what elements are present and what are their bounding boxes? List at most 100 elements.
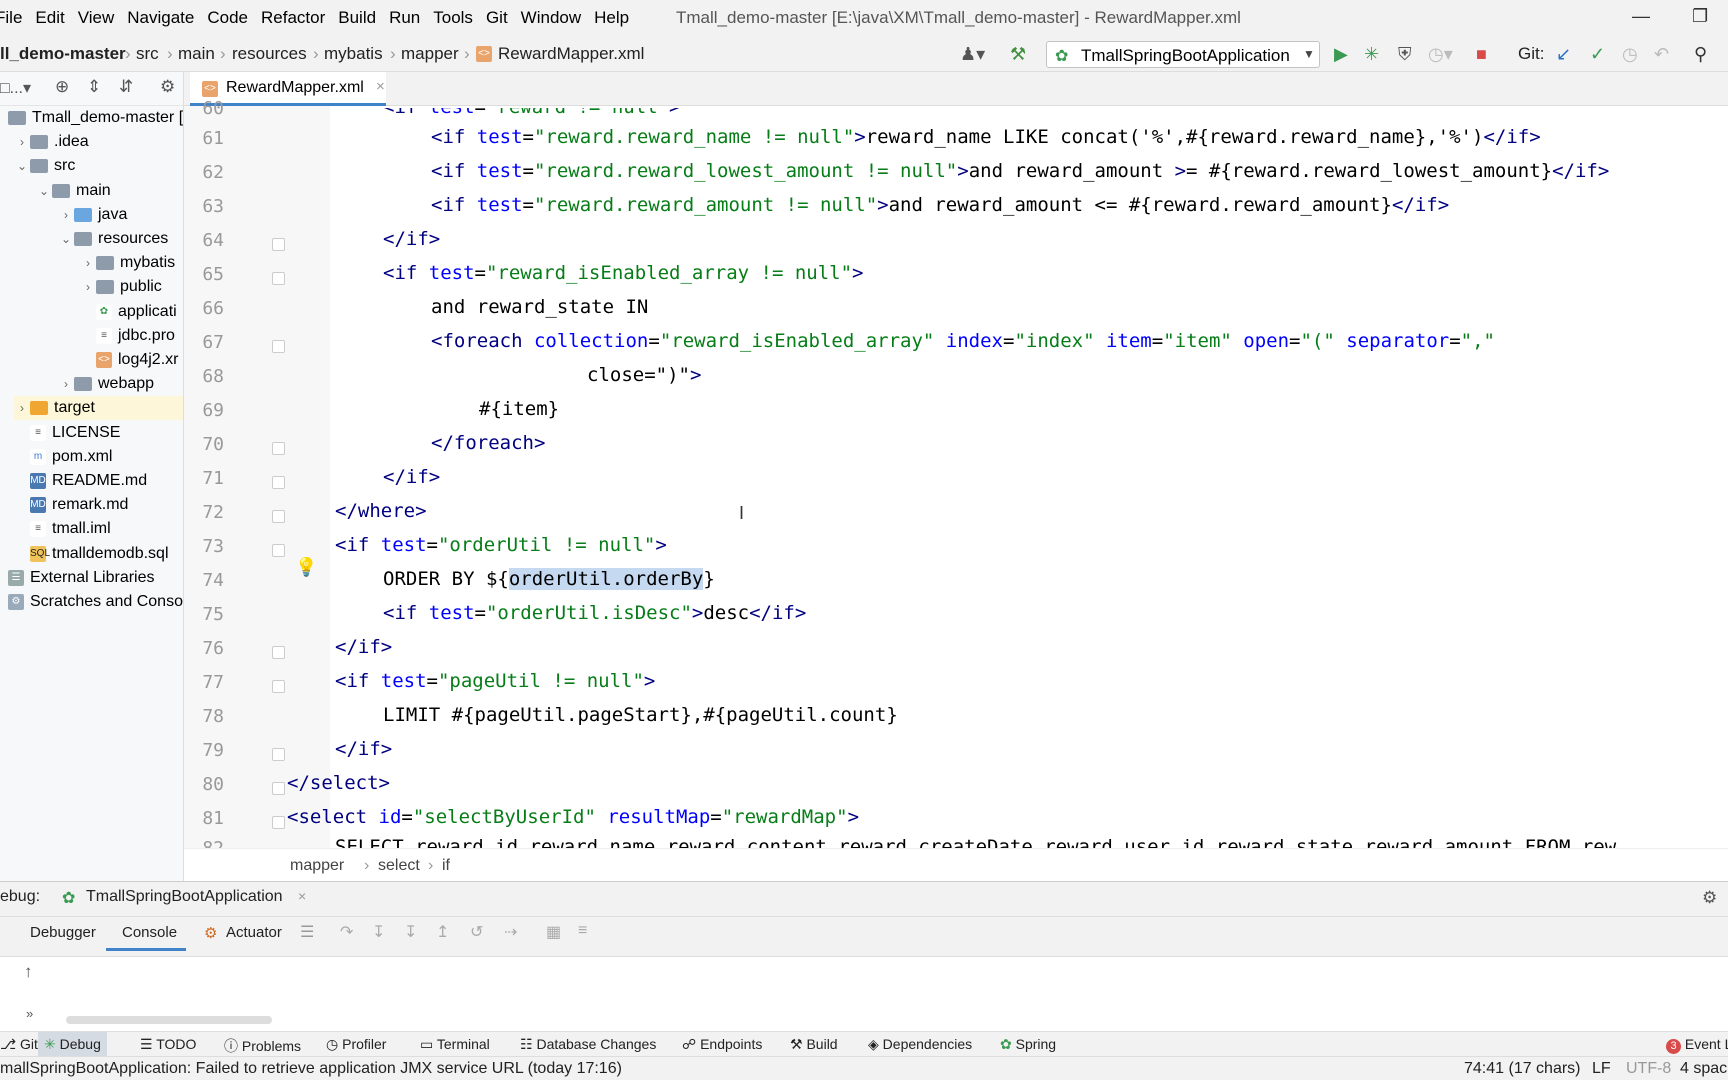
gear-icon[interactable]: ⚙ [160,77,175,97]
fold-marker-icon[interactable] [272,340,285,353]
tree-item-tmalldemodb-sql[interactable]: SQL tmalldemodb.sql [14,542,169,566]
breadcrumb-mapper[interactable]: mapper [401,44,459,64]
menu-navigate[interactable]: Navigate [127,8,194,28]
git-commit-icon[interactable]: ✓ [1590,44,1605,65]
coverage-icon[interactable]: ⛨ [1398,44,1412,65]
chevron-right-icon[interactable]: › [58,208,74,222]
code-line[interactable]: <foreach collection="reward_isEnabled_ar… [431,330,1495,352]
menu-window[interactable]: Window [521,8,581,28]
step-into-icon[interactable]: ↧ [372,922,385,942]
code-line[interactable]: ORDER BY ${orderUtil.orderBy} [383,568,715,590]
git-update-icon[interactable]: ↙ [1556,44,1571,65]
line-separator[interactable]: LF [1592,1060,1611,1078]
tree-item-main[interactable]: ⌄ main [36,179,111,203]
code-line[interactable]: <if test="pageUtil != null"> [335,670,655,692]
tree-item-scratches-and-consol[interactable]: ⚙ Scratches and Consol [0,590,183,614]
fold-marker-icon[interactable] [272,748,285,761]
tool-git[interactable]: ⎇ Git [0,1036,38,1053]
code-line[interactable]: </select> [287,772,390,794]
menu-refactor[interactable]: Refactor [261,8,325,28]
gear-icon[interactable]: ⚙ [1702,888,1717,908]
step-out-icon[interactable]: ↥ [436,922,449,942]
evaluate-icon[interactable]: ▦ [546,922,561,942]
trace-icon[interactable]: ≡ [578,922,587,940]
fold-marker-icon[interactable] [272,544,285,557]
chevron-right-icon[interactable]: › [58,377,74,391]
fold-marker-icon[interactable] [272,238,285,251]
code-line[interactable]: <if test="reward.reward_name != null">re… [431,126,1541,148]
drop-frame-icon[interactable]: ↺ [470,922,483,942]
code-line[interactable]: and reward_state IN [431,296,648,318]
chevron-right-icon[interactable]: › [80,256,96,270]
tree-item-pom-xml[interactable]: m pom.xml [14,445,112,469]
tree-item-mybatis[interactable]: › mybatis [80,251,175,275]
fold-marker-icon[interactable] [272,442,285,455]
tool-dependencies[interactable]: ◈ Dependencies [868,1036,972,1053]
menu-help[interactable]: Help [594,8,629,28]
menu-git[interactable]: Git [486,8,508,28]
menu-code[interactable]: Code [207,8,248,28]
code-line[interactable]: </if> [383,228,440,250]
tree-item-public[interactable]: › public [80,275,162,299]
tree-item-tmall-demo-master[interactable]: Tmall_demo-master [ [0,106,183,130]
run-icon[interactable]: ▶ [1334,44,1348,65]
tree-item-webapp[interactable]: › webapp [58,372,154,396]
chevron-down-icon[interactable]: ⌄ [14,159,30,173]
tool-spring[interactable]: ✿ Spring [1000,1036,1056,1053]
status-message[interactable]: mallSpringBootApplication: Failed to ret… [0,1060,622,1078]
file-encoding[interactable]: UTF-8 [1626,1060,1671,1078]
indent-setting[interactable]: 4 spac [1680,1060,1727,1078]
user-icon[interactable]: ♟▾ [960,44,985,65]
breadcrumb-file[interactable]: <> RewardMapper.xml [476,44,644,64]
menu-edit[interactable]: Edit [35,8,64,28]
tree-item-java[interactable]: › java [58,203,127,227]
collapse-all-icon[interactable]: ⇵ [119,77,133,97]
breadcrumb-mybatis[interactable]: mybatis [324,44,383,64]
tool-profiler[interactable]: ◷ Profiler [326,1036,386,1053]
tool-build[interactable]: ⚒ Build [790,1036,838,1053]
tree-item-log4j2-xr[interactable]: <> log4j2.xr [80,348,178,372]
breadcrumb-resources[interactable]: resources [232,44,307,64]
chevron-down-icon[interactable]: ⌄ [58,232,74,246]
tool-todo[interactable]: ☰ TODO [140,1036,196,1053]
force-step-into-icon[interactable]: ↧ [404,922,417,942]
menu-icon[interactable]: ☰ [300,922,314,942]
git-rollback-icon[interactable]: ↶ [1654,44,1669,65]
editor-crumb-mapper[interactable]: mapper [290,857,344,875]
scroll-up-icon[interactable]: ↑ [24,962,33,982]
breadcrumb-src[interactable]: src [136,44,159,64]
code-editor[interactable] [330,106,1728,848]
tree-item-readme-md[interactable]: MD README.md [14,469,147,493]
editor-crumb-select[interactable]: select [378,857,420,875]
debug-session-tab[interactable]: TmallSpringBootApplication [86,888,283,906]
code-line[interactable]: </if> [383,466,440,488]
chevron-right-icon[interactable]: › [80,280,96,294]
breadcrumb-project[interactable]: ll_demo-master [0,44,126,64]
tab-debugger[interactable]: Debugger [30,924,96,941]
code-line[interactable]: </if> [335,738,392,760]
code-line[interactable]: #{item} [479,398,559,420]
tree-item-jdbc-pro[interactable]: ≡ jdbc.pro [80,324,175,348]
profile-icon[interactable]: ◷▾ [1428,44,1453,65]
code-line[interactable]: </foreach> [431,432,545,454]
tool-endpoints[interactable]: ☍ Endpoints [682,1036,762,1053]
code-line[interactable]: <if test="reward.reward_amount != null">… [431,194,1449,216]
build-hammer-icon[interactable]: ⚒ [1010,44,1026,65]
caret-position[interactable]: 74:41 (17 chars) [1464,1060,1581,1078]
fold-marker-icon[interactable] [272,272,285,285]
fold-marker-icon[interactable] [272,646,285,659]
horizontal-scrollbar[interactable] [66,1016,272,1024]
tree-item-external-libraries[interactable]: ☰ External Libraries [0,566,155,590]
chevron-down-icon[interactable]: ⌄ [36,184,52,198]
close-session-icon[interactable]: × [298,888,306,904]
expand-all-icon[interactable]: ⇕ [87,77,101,97]
fold-marker-icon[interactable] [272,680,285,693]
step-over-icon[interactable]: ↷ [340,922,353,942]
tree-item-tmall-iml[interactable]: ≡ tmall.iml [14,517,111,541]
tool-problems[interactable]: ⓘ Problems [224,1036,301,1056]
tree-item-applicati[interactable]: ✿ applicati [80,300,177,324]
more-icon[interactable]: » [26,1006,33,1021]
git-history-icon[interactable]: ◷ [1622,44,1638,65]
tool-database-changes[interactable]: ☷ Database Changes [520,1036,656,1053]
chevron-right-icon[interactable]: › [14,401,30,415]
